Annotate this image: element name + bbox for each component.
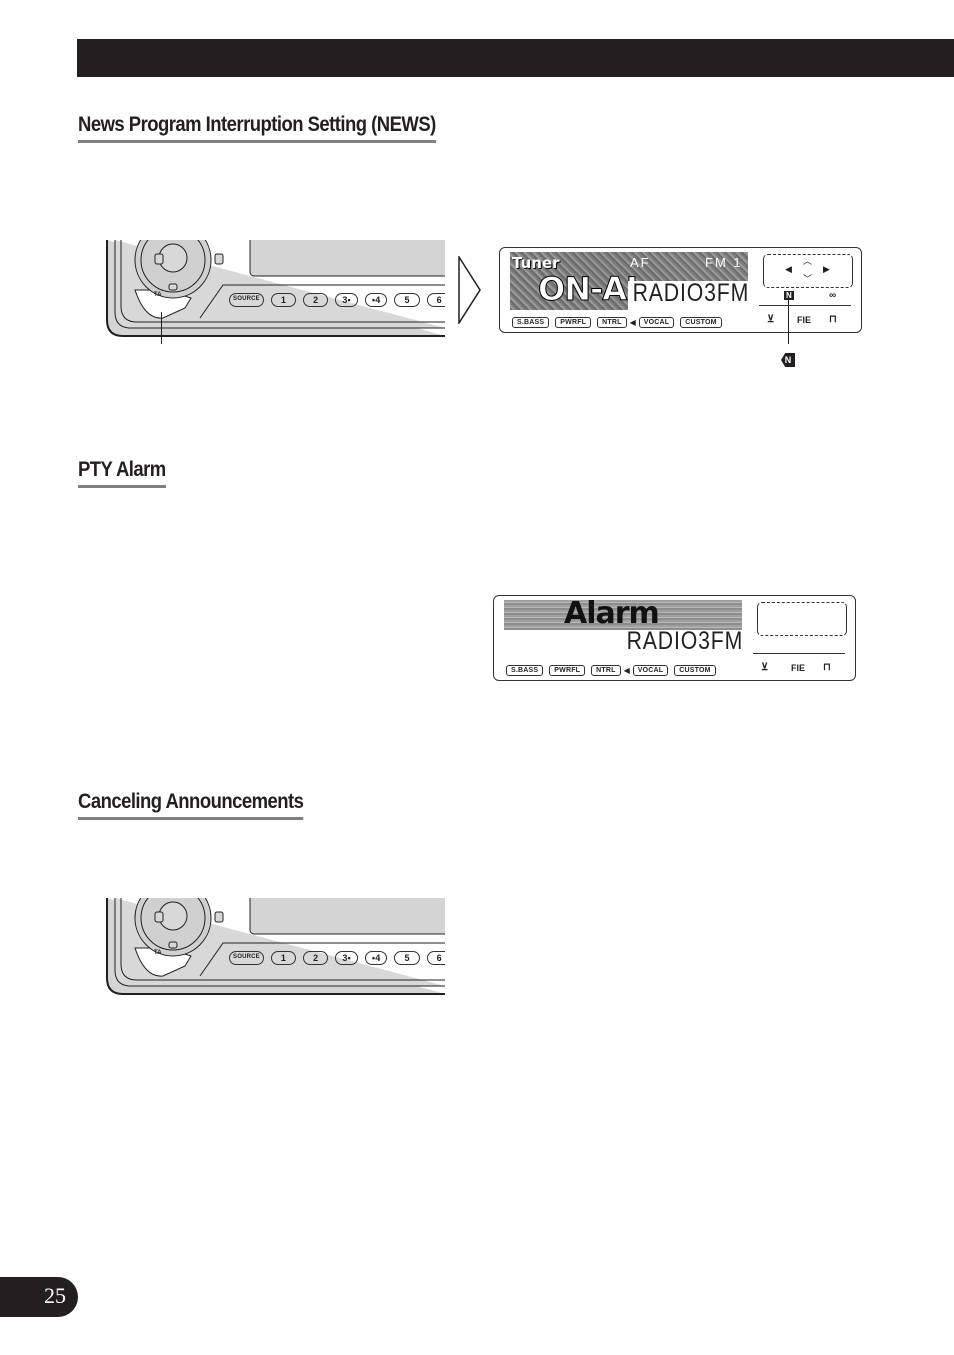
- filter-icon: ⊓: [823, 662, 831, 673]
- preset-2-button[interactable]: 2: [303, 293, 329, 307]
- preset-2-button[interactable]: 2: [303, 951, 329, 965]
- news-indicator: N: [784, 291, 794, 300]
- nav-left-icon: ◀: [785, 264, 792, 274]
- nav-down-icon: ﹀: [803, 274, 813, 284]
- arrow-right-icon: [458, 256, 481, 324]
- source-button[interactable]: SOURCE: [229, 293, 264, 307]
- eq-ntrl: NTRL: [591, 665, 621, 676]
- eq-vocal: VOCAL: [638, 317, 675, 328]
- preset-4-button[interactable]: •4: [364, 951, 388, 965]
- fader-box: [757, 602, 847, 636]
- frequency-display: RADIO3FM: [626, 627, 743, 655]
- preset-1-button[interactable]: 1: [270, 951, 297, 965]
- filter-icon: ⊓: [829, 314, 837, 325]
- nav-right-icon: ▶: [823, 264, 830, 274]
- fie-label: FIE: [797, 315, 812, 325]
- af-indicator: AF: [630, 255, 651, 270]
- loudness-icon: ⊻: [767, 314, 775, 325]
- ta-button-label[interactable]: TA: [154, 292, 162, 298]
- nav-up-icon: ︿: [803, 256, 813, 266]
- preset-5-button[interactable]: 5: [394, 293, 420, 307]
- page-number-tab: [0, 1277, 78, 1317]
- loudness-icon: ⊻: [761, 662, 769, 673]
- section-heading-news: News Program Interruption Setting (NEWS): [78, 113, 436, 143]
- preset-5-button[interactable]: 5: [394, 951, 420, 965]
- preset-3-button[interactable]: 3•: [335, 293, 358, 307]
- eq-custom: CUSTOM: [674, 665, 716, 676]
- eq-selector-icon: ◀: [623, 666, 630, 675]
- preset-3-button[interactable]: 3•: [335, 951, 358, 965]
- news-pointer-line: [788, 300, 789, 344]
- ta-button-label[interactable]: TA: [154, 950, 162, 956]
- source-button[interactable]: SOURCE: [229, 951, 264, 965]
- fie-label: FIE: [791, 663, 806, 673]
- band-indicator: FM 1: [705, 255, 743, 270]
- eq-vocal: VOCAL: [632, 665, 669, 676]
- preset-1-button[interactable]: 1: [270, 293, 297, 307]
- section-heading-pty-alarm: PTY Alarm: [78, 458, 166, 488]
- eq-selector-icon: ◀: [629, 318, 636, 327]
- stereo-icon: ∞: [829, 290, 837, 301]
- header-bar: [77, 39, 954, 77]
- display-alarm: Alarm RADIO3FM S.BASS PWRFL NTRL ◀ VOCAL…: [493, 595, 856, 681]
- news-icon: N: [781, 353, 795, 367]
- eq-custom: CUSTOM: [680, 317, 722, 328]
- eq-pwrfl: PWRFL: [549, 665, 586, 676]
- display-news: ON-AI Tuner AF FM 1 RADIO3FM S.BASS PWRF…: [499, 247, 862, 333]
- eq-sbass: S.BASS: [512, 317, 550, 328]
- eq-sbass: S.BASS: [506, 665, 544, 676]
- preset-4-button[interactable]: •4: [364, 293, 388, 307]
- head-unit-illustration: TA SOURCE 1 2 3• •4 5 6: [105, 898, 445, 996]
- display-image-text: ON-AI: [538, 270, 639, 309]
- section-heading-canceling: Canceling Announcements: [78, 790, 304, 820]
- page-number: 25: [44, 1283, 66, 1308]
- display-title: Alarm: [564, 596, 660, 631]
- head-unit-illustration: TA SOURCE 1 2 3• •4 5 6: [105, 240, 445, 338]
- preset-6-button[interactable]: 6: [426, 951, 445, 965]
- display-title: Tuner: [512, 254, 560, 272]
- eq-pwrfl: PWRFL: [555, 317, 592, 328]
- preset-6-button[interactable]: 6: [426, 293, 445, 307]
- eq-ntrl: NTRL: [597, 317, 627, 328]
- ta-pointer-line: [161, 312, 162, 344]
- frequency-display: RADIO3FM: [632, 279, 749, 307]
